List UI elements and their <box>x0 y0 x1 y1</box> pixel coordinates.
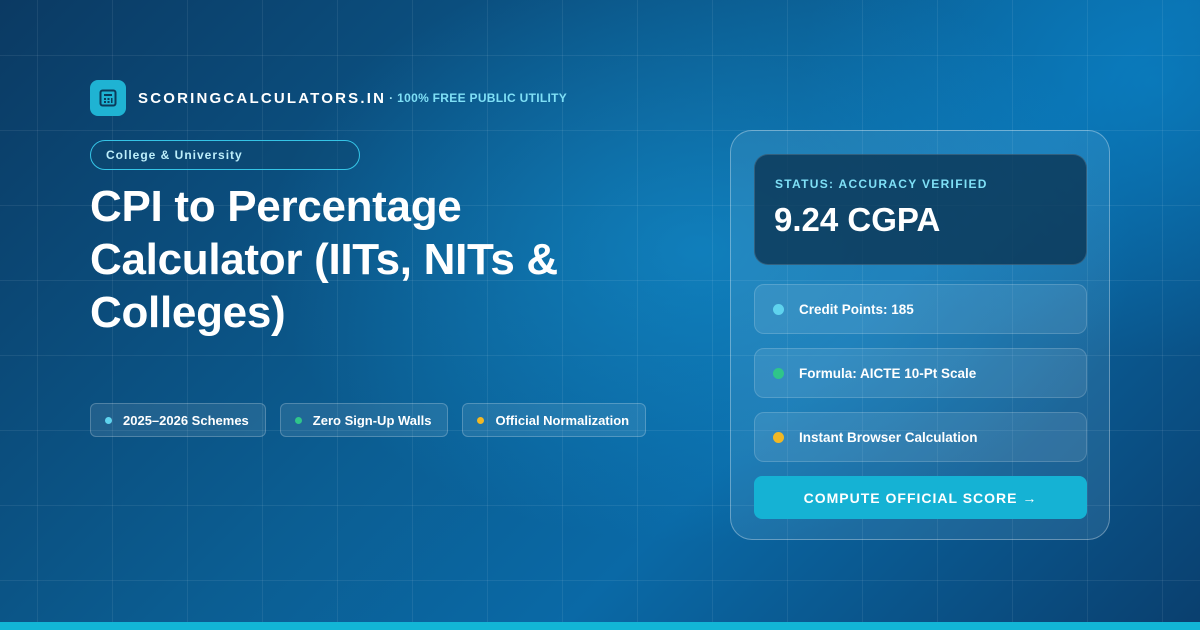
cyan-dot-icon <box>773 303 784 315</box>
status-panel: STATUS: ACCURACY VERIFIED 9.24 CGPA <box>754 154 1087 265</box>
bottom-accent-bar <box>0 622 1200 630</box>
brand-tagline: 100% FREE PUBLIC UTILITY <box>397 91 568 105</box>
status-label: STATUS: ACCURACY VERIFIED <box>775 177 988 191</box>
feature-label: 2025–2026 Schemes <box>123 412 249 428</box>
result-card: STATUS: ACCURACY VERIFIED 9.24 CGPA Cred… <box>730 130 1110 540</box>
page-title: CPI to Percentage Calculator (IITs, NITs… <box>90 182 558 337</box>
feature-chip-no-signup: Zero Sign-Up Walls <box>279 403 449 437</box>
brand-name: SCORINGCALCULATORS.IN <box>138 89 387 107</box>
info-row-instant: Instant Browser Calculation <box>754 412 1087 462</box>
info-row-credit-points: Credit Points: 185 <box>754 284 1087 334</box>
brand-separator: · <box>389 91 394 105</box>
green-dot-icon <box>773 367 784 379</box>
brand-header: SCORINGCALCULATORS.IN · 100% FREE PUBLIC… <box>90 80 567 116</box>
calculator-icon <box>90 80 126 116</box>
feature-label: Zero Sign-Up Walls <box>312 412 432 428</box>
feature-chip-schemes: 2025–2026 Schemes <box>90 403 266 437</box>
info-row-label: Formula: AICTE 10-Pt Scale <box>799 365 977 381</box>
yellow-dot-icon <box>773 431 784 443</box>
info-row-label: Instant Browser Calculation <box>799 429 978 445</box>
category-badge: College & University <box>90 140 360 170</box>
feature-label: Official Normalization <box>495 412 630 428</box>
info-row-formula: Formula: AICTE 10-Pt Scale <box>754 348 1087 398</box>
cyan-dot-icon <box>105 416 112 424</box>
status-value: 9.24 CGPA <box>774 201 941 238</box>
yellow-dot-icon <box>477 416 485 424</box>
feature-chip-normalization: Official Normalization <box>462 403 647 437</box>
feature-list: 2025–2026 Schemes Zero Sign-Up Walls Off… <box>90 403 647 437</box>
green-dot-icon <box>294 416 302 424</box>
info-row-label: Credit Points: 185 <box>799 301 914 317</box>
compute-score-button[interactable]: COMPUTE OFFICIAL SCORE → <box>754 476 1087 519</box>
